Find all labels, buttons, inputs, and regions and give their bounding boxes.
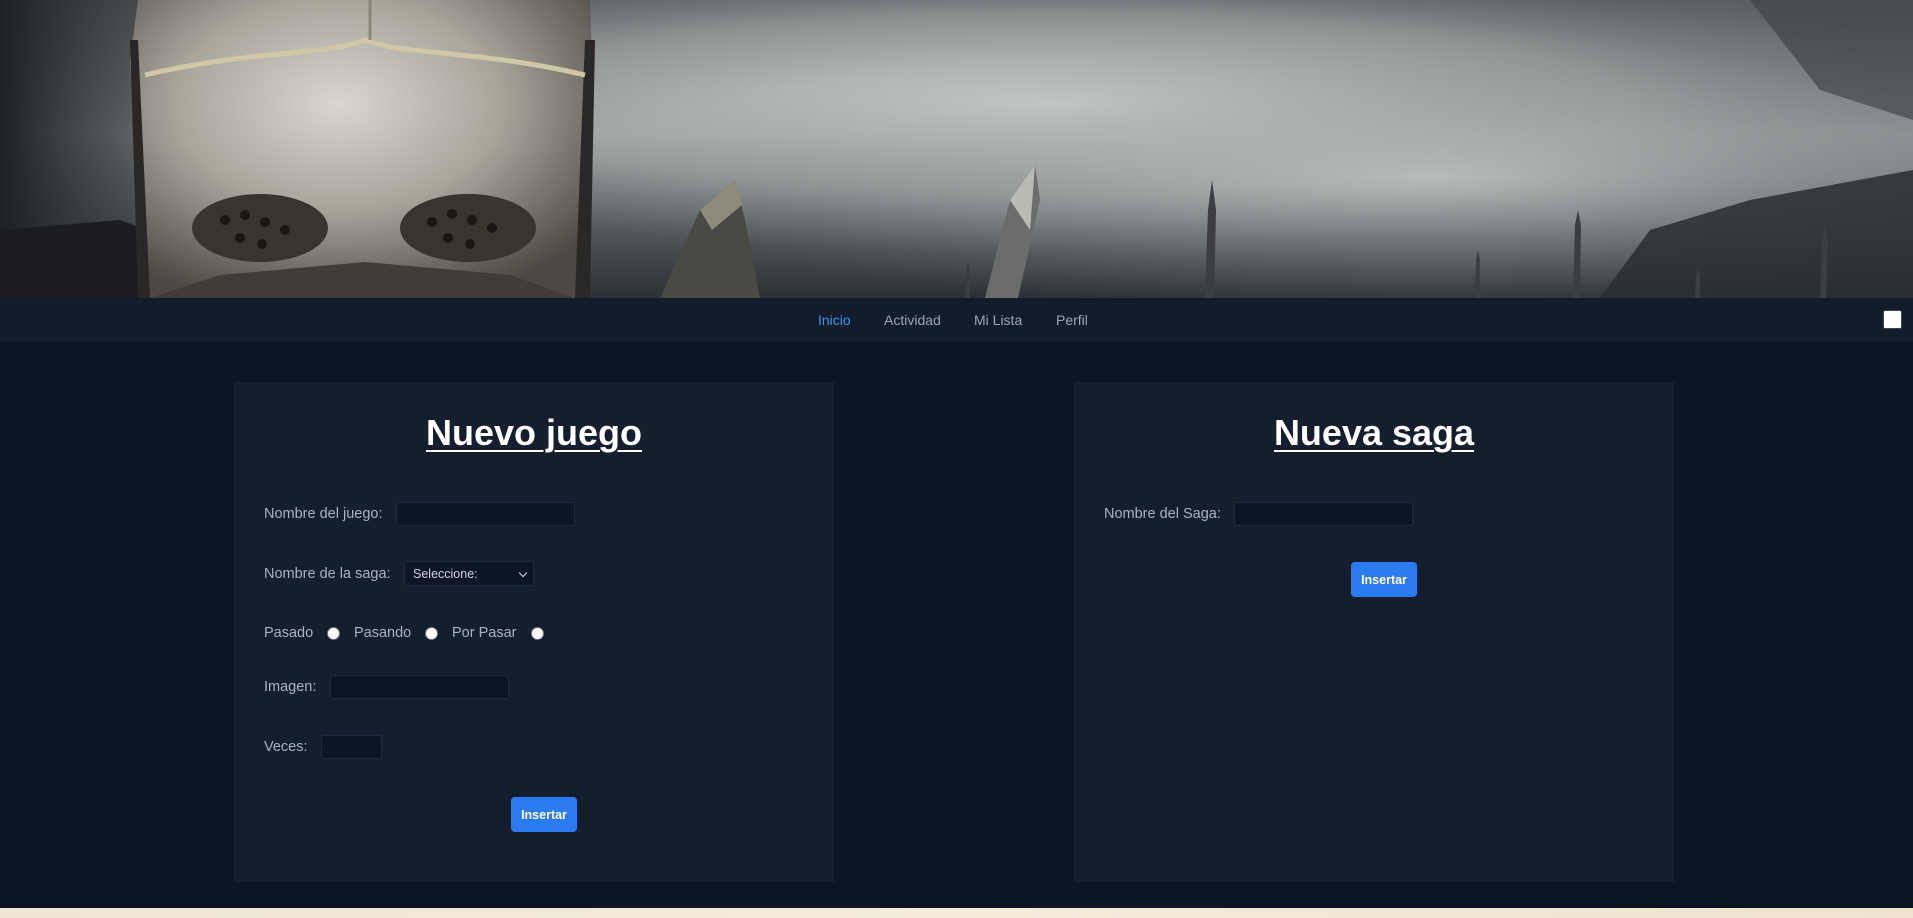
status-pasando-radio[interactable] [425, 627, 438, 640]
status-por-pasar-label: Por Pasar [452, 625, 517, 641]
nav-mi-lista[interactable]: Mi Lista [974, 312, 1022, 328]
square-toggle-icon[interactable] [1883, 310, 1902, 329]
saga-name-input[interactable] [1234, 502, 1413, 526]
top-nav: Inicio Actividad Mi Lista Perfil [0, 298, 1913, 342]
new-saga-card: Nueva saga Nombre del Saga: Insertar [1074, 382, 1674, 882]
footer-strip [0, 908, 1913, 918]
times-label: Veces: [264, 739, 308, 755]
saga-name-label: Nombre del Saga: [1104, 506, 1221, 522]
image-input[interactable] [330, 675, 509, 699]
nav-actividad[interactable]: Actividad [884, 312, 941, 328]
saga-select-label: Nombre de la saga: [264, 566, 391, 582]
new-game-card: Nuevo juego Nombre del juego: Nombre de … [234, 382, 834, 882]
status-por-pasar-radio[interactable] [531, 627, 544, 640]
hero-banner-image [0, 0, 1913, 298]
saga-select[interactable]: Seleccione: [404, 561, 534, 586]
image-label: Imagen: [264, 679, 317, 695]
insert-saga-button[interactable]: Insertar [1351, 562, 1417, 597]
new-saga-title: Nueva saga [1273, 412, 1475, 453]
chevron-down-icon [518, 568, 528, 578]
new-game-title: Nuevo juego [425, 412, 643, 453]
status-pasando-label: Pasando [354, 625, 412, 641]
times-input[interactable] [321, 735, 382, 759]
nav-inicio[interactable]: Inicio [818, 312, 851, 328]
game-name-input[interactable] [396, 502, 575, 526]
status-pasado-radio[interactable] [327, 627, 340, 640]
status-pasado-label: Pasado [264, 625, 314, 641]
hero-banner [0, 0, 1913, 298]
insert-game-button[interactable]: Insertar [511, 797, 577, 832]
game-name-label: Nombre del juego: [264, 506, 383, 522]
main-content: Nuevo juego Nombre del juego: Nombre de … [0, 342, 1913, 908]
nav-perfil[interactable]: Perfil [1056, 312, 1088, 328]
saga-select-value: Seleccione: [413, 567, 478, 581]
